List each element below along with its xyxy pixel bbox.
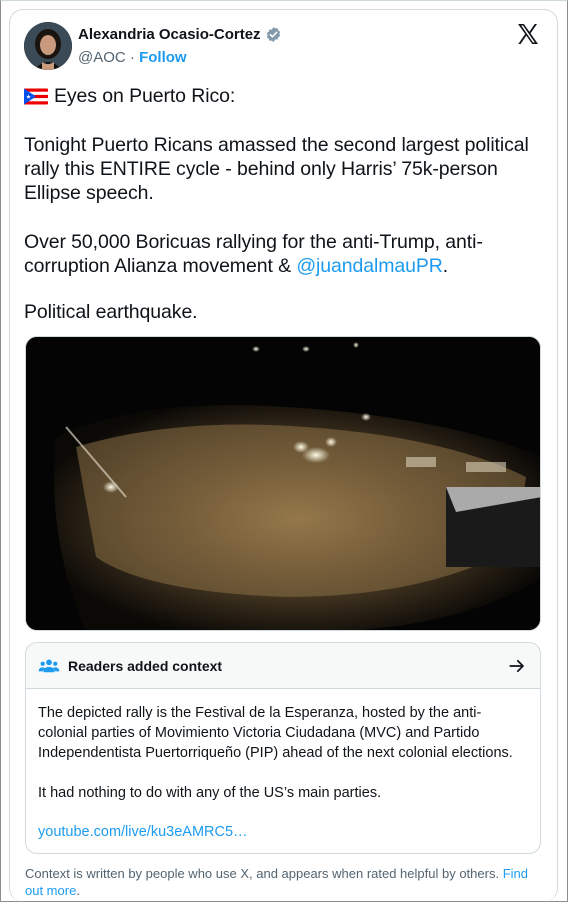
footer-text: Context is written by people who use X, …: [25, 866, 503, 881]
context-title: Readers added context: [68, 657, 223, 674]
follow-button[interactable]: Follow: [139, 49, 187, 66]
handle-row: @AOC · Follow: [78, 49, 187, 66]
arrow-right-icon[interactable]: [508, 657, 526, 675]
post-paragraph-4: Political earthquake.: [24, 301, 198, 323]
author-handle[interactable]: @AOC: [78, 49, 126, 66]
post-paragraph-3: Over 50,000 Boricuas rallying for the an…: [24, 230, 544, 278]
context-source-link[interactable]: youtube.com/live/ku3eAMRC5…: [38, 822, 528, 842]
context-body: The depicted rally is the Festival de la…: [26, 689, 540, 842]
post-paragraph-3-end: .: [442, 255, 449, 277]
people-icon: [38, 659, 60, 672]
context-header[interactable]: Readers added context: [26, 643, 540, 689]
context-footer: Context is written by people who use X, …: [25, 865, 545, 899]
x-logo-icon[interactable]: [516, 22, 540, 46]
rally-photo[interactable]: [25, 336, 541, 631]
author-name[interactable]: Alexandria Ocasio-Cortez: [78, 26, 261, 43]
mention-link[interactable]: @juandalmauPR: [296, 255, 443, 277]
context-body-paragraph-2: It had nothing to do with any of the US’…: [38, 785, 382, 801]
name-row: Alexandria Ocasio-Cortez: [78, 26, 282, 43]
avatar[interactable]: [24, 22, 72, 70]
verified-badge-icon: [266, 27, 280, 42]
context-body-paragraph-1: The depicted rally is the Festival de la…: [38, 705, 513, 761]
puerto-rico-flag-icon: [24, 88, 48, 104]
readers-context-note: Readers added context The depicted rally…: [25, 642, 541, 854]
post-paragraph-2: Tonight Puerto Ricans amassed the second…: [24, 134, 529, 204]
post-line-1: Eyes on Puerto Rico:: [24, 84, 235, 108]
tweet-header: Alexandria Ocasio-Cortez @AOC · Follow: [24, 22, 544, 72]
footer-end: .: [76, 883, 80, 898]
post-line-1-text: Eyes on Puerto Rico:: [54, 85, 236, 107]
separator: ·: [129, 49, 135, 66]
